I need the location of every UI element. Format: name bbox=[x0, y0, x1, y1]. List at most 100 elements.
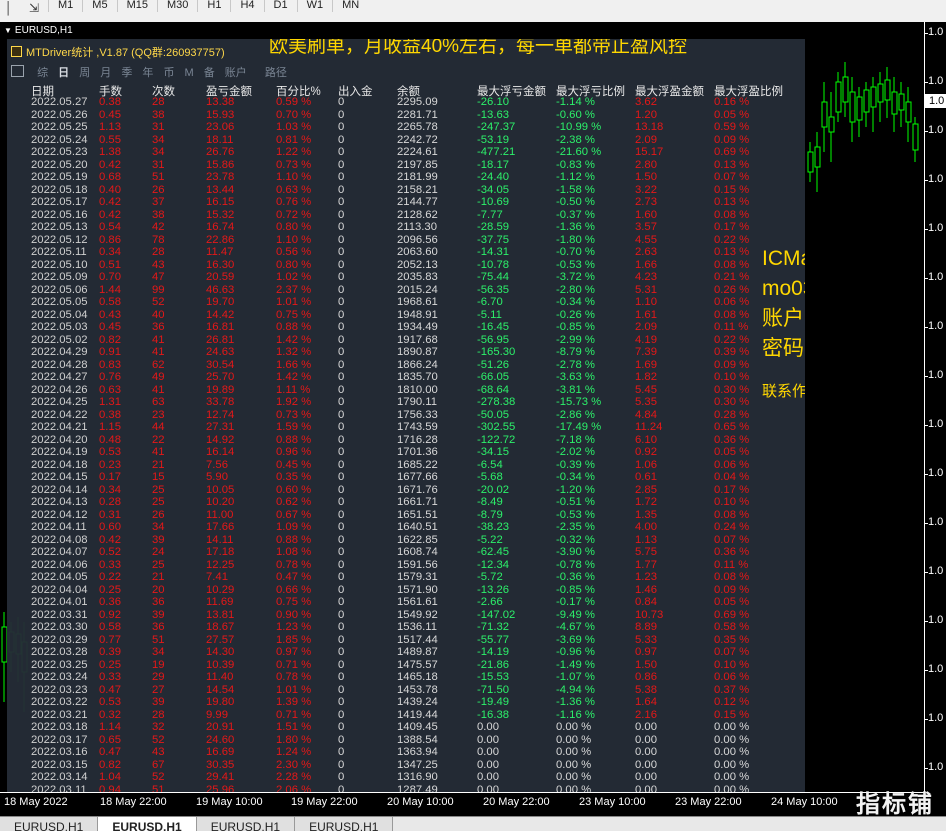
col-date-cell: 2022.05.02 bbox=[31, 333, 88, 346]
period-tab[interactable]: M bbox=[185, 67, 194, 79]
col-max-float-profit-ratio-cell: 0.35 % bbox=[714, 633, 750, 646]
chart-tab[interactable]: EURUSD,H1 bbox=[0, 817, 99, 831]
chart-tab[interactable]: EURUSD,H1 bbox=[196, 817, 296, 831]
col-deposit-cell: 0 bbox=[338, 671, 345, 683]
period-tab[interactable]: 综 bbox=[37, 67, 48, 79]
col-count-cell: 41 bbox=[152, 346, 165, 358]
col-max-float-loss-ratio-cell: -1.14 % bbox=[556, 96, 595, 108]
col-max-float-profit-cell: 7.39 bbox=[635, 346, 657, 358]
col-deposit-cell: 0 bbox=[338, 571, 345, 583]
timeframe-m30[interactable]: M30 bbox=[156, 0, 197, 12]
col-date-cell: 2022.03.15 bbox=[31, 758, 88, 771]
col-max-float-profit-cell: 5.38 bbox=[635, 683, 657, 696]
col-count-cell: 34 bbox=[152, 646, 165, 658]
col-max-float-loss-cell: -19.49 bbox=[477, 696, 510, 708]
timeframe-m15[interactable]: M15 bbox=[116, 0, 157, 12]
col-count-cell: 29 bbox=[152, 671, 165, 683]
col-count-cell: 25 bbox=[152, 483, 165, 496]
col-max-float-profit-ratio-cell: 0.30 % bbox=[714, 383, 750, 396]
period-tab[interactable]: 币 bbox=[163, 67, 174, 79]
col-deposit-cell: 0 bbox=[338, 521, 345, 533]
col-max-float-profit-ratio-cell: 0.08 % bbox=[714, 258, 750, 271]
col-deposit-cell: 0 bbox=[338, 683, 345, 696]
col-balance-cell: 1561.61 bbox=[397, 596, 438, 608]
timeframe-m1[interactable]: M1 bbox=[48, 0, 82, 12]
col-deposit-cell: 0 bbox=[338, 133, 345, 146]
col-max-float-profit-cell: 0.00 bbox=[635, 721, 657, 733]
chart-tab[interactable]: EURUSD,H1 bbox=[295, 817, 394, 831]
tool-arrow-icon[interactable]: ⇲ bbox=[29, 2, 45, 14]
col-max-float-profit-ratio-cell: 0.00 % bbox=[714, 771, 750, 783]
col-count-cell: 25 bbox=[152, 558, 165, 571]
period-tab[interactable]: 备 bbox=[204, 67, 215, 79]
col-balance-cell: 2096.56 bbox=[397, 233, 438, 246]
period-tab-active[interactable]: 日 bbox=[58, 67, 69, 79]
col-percent-cell: 0.72 % bbox=[276, 208, 312, 221]
col-balance-cell: 1917.68 bbox=[397, 333, 438, 346]
col-max-float-loss-ratio-cell: 0.00 % bbox=[556, 733, 592, 746]
col-balance-cell: 1661.71 bbox=[397, 496, 438, 508]
col-max-float-loss-cell: -66.05 bbox=[477, 371, 510, 383]
col-deposit-cell: 0 bbox=[338, 433, 345, 446]
col-date-cell: 2022.05.04 bbox=[31, 308, 88, 321]
col-count-cell: 23 bbox=[152, 408, 165, 421]
col-percent-cell: 0.70 % bbox=[276, 108, 312, 121]
col-date-cell: 2022.03.18 bbox=[31, 721, 88, 733]
panel-icon bbox=[11, 46, 22, 57]
period-tab[interactable]: 周 bbox=[79, 67, 90, 79]
server-name-line1: ICMarketsSC-De bbox=[762, 247, 805, 270]
col-max-float-profit-ratio-cell: 0.39 % bbox=[714, 346, 750, 358]
col-count-cell: 38 bbox=[152, 108, 165, 121]
col-date-cell: 2022.04.11 bbox=[31, 521, 87, 533]
col-deposit-cell: 0 bbox=[338, 771, 345, 783]
col-lots-cell: 0.43 bbox=[99, 308, 121, 321]
timeframe-mn[interactable]: MN bbox=[332, 0, 368, 12]
col-max-float-loss-ratio-cell: -0.85 % bbox=[556, 583, 595, 596]
col-percent-cell: 0.81 % bbox=[276, 133, 312, 146]
col-date-cell: 2022.04.01 bbox=[31, 596, 88, 608]
table-row: 2022.04.29 0.91 41 24.63 1.32 % 0 1890.87 -165.… bbox=[7, 346, 805, 359]
timeframe-h4[interactable]: H4 bbox=[230, 0, 263, 12]
statistics-panel: MTDriver统计 ,V1.87 (QQ群:260937757) 欧美刷单，月… bbox=[7, 39, 805, 792]
timeframe-w1[interactable]: W1 bbox=[296, 0, 333, 12]
col-date-cell: 2022.04.12 bbox=[31, 508, 88, 521]
table-row: 2022.04.08 0.42 39 14.11 0.88 % 0 1622.85 -5.22… bbox=[7, 534, 805, 547]
col-percent-cell: 0.62 % bbox=[276, 496, 312, 508]
timeframe-d1[interactable]: D1 bbox=[263, 0, 297, 12]
col-max-float-profit-ratio-cell: 0.05 % bbox=[714, 108, 750, 121]
col-count-cell: 26 bbox=[152, 183, 165, 196]
table-row: 2022.03.11 0.94 51 25.96 2.06 % 0 1287.49 0.00 0… bbox=[7, 784, 805, 793]
col-max-float-loss-cell: -24.40 bbox=[477, 171, 510, 183]
col-max-float-loss-cell: -18.17 bbox=[477, 158, 510, 171]
chart-tab-active[interactable]: EURUSD,H1 bbox=[98, 817, 197, 831]
col-lots-cell: 0.94 bbox=[99, 783, 121, 793]
col-deposit-cell: 0 bbox=[338, 296, 345, 308]
col-percent-cell: 0.35 % bbox=[276, 471, 312, 483]
col-deposit-cell: 0 bbox=[338, 196, 345, 208]
table-row: 2022.05.17 0.42 37 16.15 0.76 % 0 2144.77 -10.6… bbox=[7, 196, 805, 209]
period-tab[interactable]: 月 bbox=[100, 67, 111, 79]
timeframe-m5[interactable]: M5 bbox=[82, 0, 116, 12]
col-max-float-loss-cell: -28.59 bbox=[477, 221, 510, 233]
col-pnl-cell: 33.78 bbox=[206, 396, 235, 408]
col-deposit-cell: 0 bbox=[338, 183, 345, 196]
col-max-float-loss-ratio-cell: -15.73 % bbox=[556, 396, 602, 408]
price-axis[interactable]: 1.0 1.0 1.0 1.0 1.0 1.0 1.0 1.0 1.0 1.0 … bbox=[924, 22, 946, 792]
col-date-cell: 2022.04.18 bbox=[31, 458, 88, 471]
table-row: 2022.05.18 0.40 26 13.44 0.63 % 0 2158.21 -34.0… bbox=[7, 184, 805, 197]
timeframe-h1[interactable]: H1 bbox=[197, 0, 230, 12]
col-lots-cell: 0.34 bbox=[99, 483, 121, 496]
price-label: 1.0 bbox=[924, 516, 944, 528]
col-lots-cell: 1.13 bbox=[99, 121, 121, 133]
time-axis[interactable]: 18 May 2022 18 May 22:00 19 May 10:00 19… bbox=[0, 792, 924, 817]
table-row: 2022.03.15 0.82 67 30.35 2.30 % 0 1347.25 0.00 0… bbox=[7, 759, 805, 772]
period-tab[interactable]: 年 bbox=[142, 67, 153, 79]
col-date-cell: 2022.03.29 bbox=[31, 633, 88, 646]
period-tab[interactable]: 季 bbox=[121, 67, 132, 79]
period-tab[interactable]: 账户 bbox=[225, 67, 247, 79]
col-max-float-profit-cell: 2.63 bbox=[635, 246, 657, 258]
col-max-float-profit-ratio-cell: 0.08 % bbox=[714, 571, 750, 583]
col-count-cell: 78 bbox=[152, 233, 165, 246]
period-tab[interactable]: 路径 bbox=[265, 67, 287, 79]
image-icon[interactable] bbox=[11, 65, 24, 77]
